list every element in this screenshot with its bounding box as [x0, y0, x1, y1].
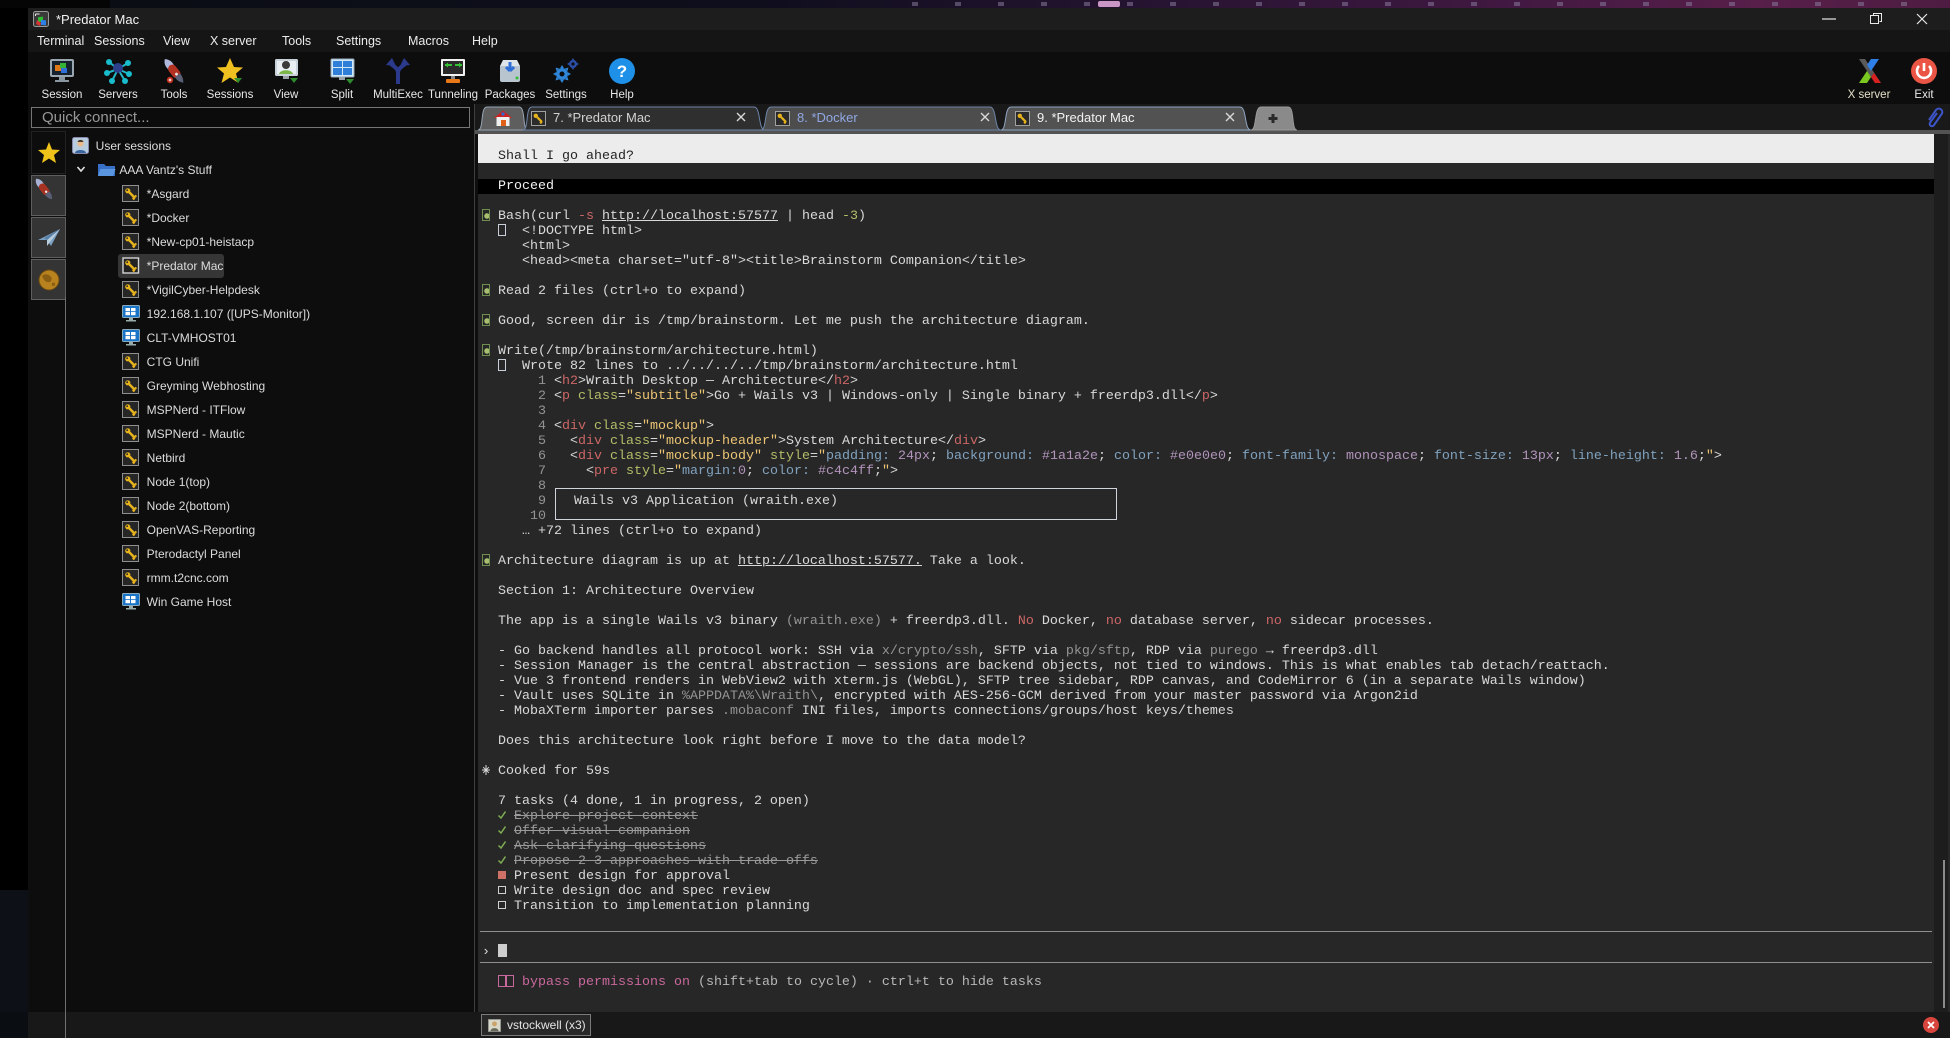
svg-text:?: ? — [617, 62, 627, 81]
